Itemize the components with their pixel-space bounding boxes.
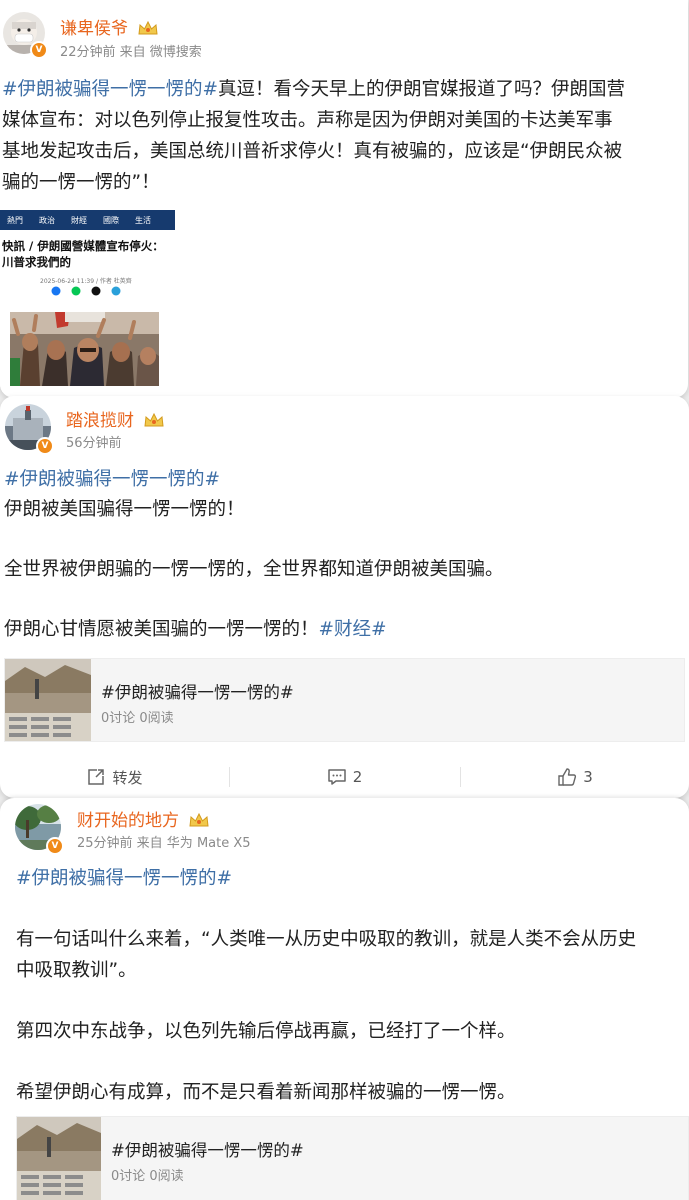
topic-title: #伊朗被骗得一愣一愣的# [101, 683, 294, 702]
text-segment: 第四次中东战争，以色列先输后停战再赢，已经打了一个样。 [16, 1020, 516, 1042]
post-text-line: 伊朗心甘情愿被美国骗的一愣一愣的！#财经# [4, 615, 504, 645]
comment-icon [327, 769, 346, 785]
post-text-line: 媒体宣布：对以色列停止报复性攻击。声称是因为伊朗对美国的卡达美军事 [2, 105, 625, 136]
post-text-line: 第四次中东战争，以色列先输后停战再赢，已经打了一个样。 [16, 1017, 636, 1048]
news-headline: 快訊 / 伊朗國營媒體宣布停火： 川普求我們的 [2, 239, 164, 269]
embedded-news-image[interactable]: 熱門 政治 財經 國際 生活 快訊 / 伊朗國營媒體宣布停火： 川普求我們的 2… [0, 210, 175, 392]
vip-crown-icon [189, 812, 209, 827]
hashtag-link[interactable]: #伊朗被骗得一愣一愣的# [2, 79, 218, 100]
post-text-line: #伊朗被骗得一愣一愣的# [4, 465, 504, 495]
telegram-icon [111, 286, 121, 296]
repost-icon [88, 769, 105, 785]
hashtag-link[interactable]: #伊朗被骗得一愣一愣的# [16, 868, 232, 889]
post-text-line: 全世界被伊朗骗的一愣一愣的，全世界都知道伊朗被美国骗。 [4, 555, 504, 585]
hashtag-link[interactable]: #伊朗被骗得一愣一愣的# [4, 469, 220, 490]
post-text-line [16, 895, 636, 926]
news-photo [10, 312, 159, 386]
news-nav-item: 熱門 [7, 215, 23, 225]
topic-link-card[interactable]: #伊朗被骗得一愣一愣的# 0讨论 0阅读 [4, 658, 685, 742]
thumbs-up-icon [558, 768, 577, 786]
news-nav-item: 政治 [39, 215, 55, 225]
text-segment: 希望伊朗心有成算，而不是只看着新闻那样被骗的一愣一愣。 [16, 1082, 516, 1104]
text-segment: 伊朗心甘情愿被美国骗的一愣一愣的！ [4, 619, 319, 640]
verified-badge-icon: V [30, 41, 48, 59]
verified-badge-icon: V [36, 437, 54, 455]
text-segment: 全世界被伊朗骗的一愣一愣的，全世界都知道伊朗被美国骗。 [4, 559, 504, 580]
x-icon [91, 286, 101, 296]
avatar[interactable]: V [15, 804, 64, 855]
post-text-line [16, 986, 636, 1017]
post-text: #伊朗被骗得一愣一愣的# 伊朗被美国骗得一愣一愣的！ 全世界被伊朗骗的一愣一愣的，… [4, 465, 504, 645]
topic-link-card[interactable]: #伊朗被骗得一愣一愣的# 0讨论 0阅读 [16, 1116, 689, 1200]
topic-stats: 0讨论 0阅读 [111, 1169, 184, 1184]
post-text-line: 基地发起攻击后，美国总统川普祈求停火！真有被骗的，应该是“伊朗民众被 [2, 136, 625, 167]
repost-button[interactable]: 转发 [0, 758, 229, 796]
topic-thumbnail [17, 1117, 101, 1200]
news-nav-item: 生活 [135, 215, 151, 225]
post-text-line: #伊朗被骗得一愣一愣的# [16, 864, 636, 895]
text-segment: 中吸取教训”。 [16, 959, 137, 981]
like-button[interactable]: 3 [461, 758, 689, 796]
username[interactable]: 财开始的地方 [77, 806, 210, 831]
text-segment: 伊朗被美国骗得一愣一愣的！ [4, 499, 245, 520]
text-segment: 有一句话叫什么来着，“人类唯一从历史中吸取的教训，就是人类不会从历史 [16, 929, 637, 951]
text-segment: 骗的一愣一愣的”！ [2, 172, 160, 193]
hashtag-link[interactable]: #财经# [319, 619, 387, 640]
post-text-line: 骗的一愣一愣的”！ [2, 167, 625, 198]
post-meta: 56分钟前 [66, 436, 122, 451]
post-text-line: #伊朗被骗得一愣一愣的#真逗！看今天早上的伊朗官媒报道了吗？伊朗国营 [2, 74, 625, 105]
topic-stats: 0讨论 0阅读 [101, 711, 174, 726]
avatar[interactable]: V [3, 12, 48, 59]
post-text-line: 伊朗被美国骗得一愣一愣的！ [4, 495, 504, 525]
post-text-line: 中吸取教训”。 [16, 956, 636, 987]
comment-button[interactable]: 2 [230, 758, 459, 796]
post-card: V 踏浪揽财 56分钟前 #伊朗被骗得一愣一愣的# 伊朗被美国骗得一愣一愣的！ 全… [0, 396, 689, 798]
topic-title: #伊朗被骗得一愣一愣的# [111, 1141, 304, 1160]
text-segment: 真逗！看今天早上的伊朗官媒报道了吗？伊朗国营 [218, 79, 626, 100]
post-text-line [16, 1048, 636, 1079]
verified-badge-icon: V [46, 837, 64, 855]
vip-crown-icon [144, 412, 164, 427]
post-text: #伊朗被骗得一愣一愣的#真逗！看今天早上的伊朗官媒报道了吗？伊朗国营媒体宣布：对… [2, 74, 625, 198]
vip-crown-icon [138, 20, 158, 35]
username[interactable]: 谦卑侯爷 [60, 14, 159, 39]
post-meta: 25分钟前 来自 华为 Mate X5 [77, 836, 251, 851]
post-text-line [4, 585, 504, 615]
post-text: #伊朗被骗得一愣一愣的# 有一句话叫什么来着，“人类唯一从历史中吸取的教训，就是… [16, 864, 636, 1109]
post-meta: 22分钟前 来自 微博搜索 [60, 45, 202, 60]
post-text-line: 有一句话叫什么来着，“人类唯一从历史中吸取的教训，就是人类不会从历史 [16, 925, 636, 956]
username[interactable]: 踏浪揽财 [66, 406, 165, 431]
news-share-icons [51, 286, 121, 296]
avatar[interactable]: V [5, 404, 54, 455]
facebook-icon [51, 286, 61, 296]
news-nav-item: 國際 [103, 215, 119, 225]
text-segment: 基地发起攻击后，美国总统川普祈求停火！真有被骗的，应该是“伊朗民众被 [2, 141, 623, 162]
post-actions: 转发 2 3 [0, 758, 689, 796]
post-text-line [4, 525, 504, 555]
post-card: V 财开始的地方 25分钟前 来自 华为 Mate X5 #伊朗被骗得一愣一愣的… [0, 798, 689, 1200]
post-text-line: 希望伊朗心有成算，而不是只看着新闻那样被骗的一愣一愣。 [16, 1078, 636, 1109]
topic-thumbnail [5, 659, 91, 741]
post-card: V 谦卑侯爷 22分钟前 来自 微博搜索 #伊朗被骗得一愣一愣的#真逗！看今天早… [0, 0, 688, 398]
news-nav-bar: 熱門 政治 財經 國際 生活 [0, 210, 175, 230]
line-icon [71, 286, 81, 296]
text-segment: 媒体宣布：对以色列停止报复性攻击。声称是因为伊朗对美国的卡达美军事 [2, 110, 613, 131]
news-nav-item: 財經 [71, 215, 87, 225]
